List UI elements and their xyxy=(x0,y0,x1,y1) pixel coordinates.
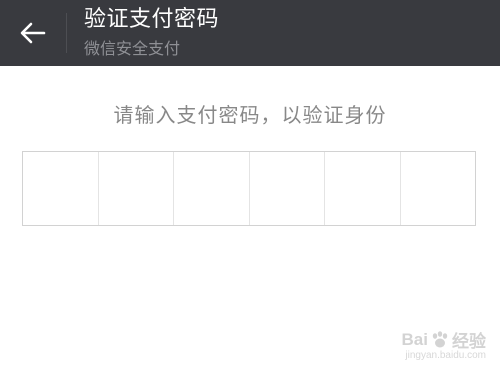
watermark-url: jingyan.baidu.com xyxy=(405,350,486,361)
pin-digit-3[interactable] xyxy=(174,152,250,225)
watermark-text-right: 经验 xyxy=(452,332,486,351)
page-title: 验证支付密码 xyxy=(84,7,220,32)
header-divider xyxy=(66,13,67,53)
pin-digit-6[interactable] xyxy=(401,152,476,225)
header-bar: 验证支付密码 微信安全支付 xyxy=(0,0,500,66)
arrow-left-icon xyxy=(20,22,46,44)
back-button[interactable] xyxy=(0,0,66,66)
watermark-text-left: Bai xyxy=(401,329,428,349)
paw-icon xyxy=(432,330,448,347)
password-input-box[interactable] xyxy=(22,151,476,226)
page-subtitle: 微信安全支付 xyxy=(84,39,181,58)
pin-digit-4[interactable] xyxy=(250,152,325,225)
pin-digit-5[interactable] xyxy=(325,152,401,225)
baidu-jingyan-watermark: Bai 经验 jingyan.baidu.com xyxy=(401,327,486,362)
pin-digit-1[interactable] xyxy=(23,152,99,225)
password-prompt: 请输入支付密码，以验证身份 xyxy=(113,103,387,127)
pin-digit-2[interactable] xyxy=(99,152,174,225)
